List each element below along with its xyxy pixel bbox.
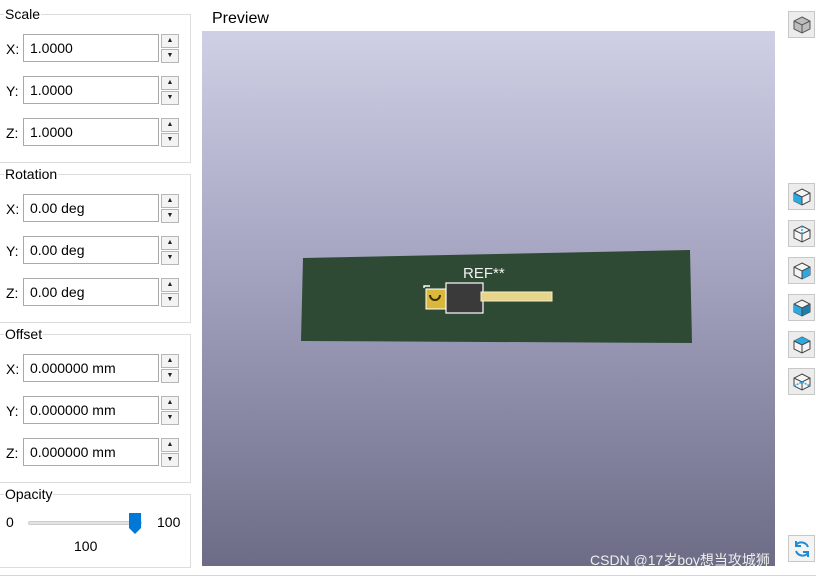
view-top-icon bbox=[793, 336, 811, 354]
offset-group-title: Offset bbox=[4, 326, 44, 343]
view-3d-button[interactable] bbox=[788, 11, 815, 38]
rotation-z-increment-button[interactable]: ▲ bbox=[161, 278, 179, 292]
rotation-x-input[interactable] bbox=[23, 194, 159, 222]
view-right-button[interactable] bbox=[788, 294, 815, 321]
rotation-z-row: Z: ▲ ▼ bbox=[0, 278, 191, 308]
view-3d-icon bbox=[793, 16, 811, 34]
preview-3d-viewport[interactable]: REF** bbox=[202, 31, 775, 566]
rotation-y-increment-button[interactable]: ▲ bbox=[161, 236, 179, 250]
view-front-button[interactable] bbox=[788, 183, 815, 210]
reload-button[interactable] bbox=[788, 535, 815, 562]
scale-x-spinner: ▲ ▼ bbox=[161, 34, 179, 64]
offset-z-increment-button[interactable]: ▲ bbox=[161, 438, 179, 452]
scale-y-row: Y: ▲ ▼ bbox=[0, 76, 191, 106]
rotation-x-label: X: bbox=[6, 201, 20, 217]
rotation-y-spinner: ▲ ▼ bbox=[161, 236, 179, 266]
rotation-y-row: Y: ▲ ▼ bbox=[0, 236, 191, 266]
rotation-x-increment-button[interactable]: ▲ bbox=[161, 194, 179, 208]
watermark-text: CSDN @17岁boy想当攻城狮 bbox=[590, 552, 770, 568]
offset-group: Offset X: ▲ ▼ Y: ▲ ▼ Z: ▲ ▼ bbox=[0, 326, 191, 483]
scale-group: Scale X: ▲ ▼ Y: ▲ ▼ Z: ▲ ▼ bbox=[0, 6, 191, 163]
rotation-z-input[interactable] bbox=[23, 278, 159, 306]
offset-z-input[interactable] bbox=[23, 438, 159, 466]
offset-x-row: X: ▲ ▼ bbox=[0, 354, 191, 384]
offset-y-label: Y: bbox=[6, 403, 19, 419]
offset-y-spinner: ▲ ▼ bbox=[161, 396, 179, 426]
offset-y-increment-button[interactable]: ▲ bbox=[161, 396, 179, 410]
opacity-value-label: 100 bbox=[74, 538, 98, 554]
offset-z-spinner: ▲ ▼ bbox=[161, 438, 179, 468]
scale-x-decrement-button[interactable]: ▼ bbox=[161, 49, 179, 63]
scale-x-increment-button[interactable]: ▲ bbox=[161, 34, 179, 48]
scale-group-title: Scale bbox=[4, 6, 42, 23]
scale-z-input[interactable] bbox=[23, 118, 159, 146]
offset-y-row: Y: ▲ ▼ bbox=[0, 396, 191, 426]
scale-z-row: Z: ▲ ▼ bbox=[0, 118, 191, 148]
opacity-slider-track bbox=[28, 521, 142, 525]
offset-y-decrement-button[interactable]: ▼ bbox=[161, 411, 179, 425]
offset-z-decrement-button[interactable]: ▼ bbox=[161, 453, 179, 467]
scale-x-input[interactable] bbox=[23, 34, 159, 62]
rotation-y-label: Y: bbox=[6, 243, 19, 259]
view-left-icon bbox=[793, 262, 811, 280]
rotation-group: Rotation X: ▲ ▼ Y: ▲ ▼ Z: ▲ ▼ bbox=[0, 166, 191, 323]
rotation-y-input[interactable] bbox=[23, 236, 159, 264]
rotation-group-title: Rotation bbox=[4, 166, 59, 183]
view-bottom-icon bbox=[793, 373, 811, 391]
bottom-divider bbox=[0, 575, 816, 576]
opacity-group-title: Opacity bbox=[4, 486, 54, 503]
offset-x-decrement-button[interactable]: ▼ bbox=[161, 369, 179, 383]
scale-y-label: Y: bbox=[6, 83, 19, 99]
scale-x-label: X: bbox=[6, 41, 20, 57]
offset-x-increment-button[interactable]: ▲ bbox=[161, 354, 179, 368]
preview-title: Preview bbox=[212, 10, 269, 27]
rotation-x-row: X: ▲ ▼ bbox=[0, 194, 191, 224]
rotation-x-spinner: ▲ ▼ bbox=[161, 194, 179, 224]
ref-designator-label: REF** bbox=[463, 265, 505, 282]
rotation-y-decrement-button[interactable]: ▼ bbox=[161, 251, 179, 265]
rotation-z-label: Z: bbox=[6, 285, 19, 301]
offset-z-row: Z: ▲ ▼ bbox=[0, 438, 191, 468]
view-back-icon bbox=[793, 225, 811, 243]
offset-y-input[interactable] bbox=[23, 396, 159, 424]
offset-x-label: X: bbox=[6, 361, 20, 377]
scale-z-spinner: ▲ ▼ bbox=[161, 118, 179, 148]
scale-x-row: X: ▲ ▼ bbox=[0, 34, 191, 64]
offset-z-label: Z: bbox=[6, 445, 19, 461]
view-bottom-button[interactable] bbox=[788, 368, 815, 395]
rotation-x-decrement-button[interactable]: ▼ bbox=[161, 209, 179, 223]
scale-z-increment-button[interactable]: ▲ bbox=[161, 118, 179, 132]
opacity-slider[interactable] bbox=[28, 513, 142, 534]
offset-x-spinner: ▲ ▼ bbox=[161, 354, 179, 384]
view-left-button[interactable] bbox=[788, 257, 815, 284]
scale-y-spinner: ▲ ▼ bbox=[161, 76, 179, 106]
offset-x-input[interactable] bbox=[23, 354, 159, 382]
reload-icon bbox=[795, 541, 809, 557]
view-top-button[interactable] bbox=[788, 331, 815, 358]
opacity-group: Opacity 0 100 100 bbox=[0, 486, 191, 568]
scale-z-label: Z: bbox=[6, 125, 19, 141]
scale-y-increment-button[interactable]: ▲ bbox=[161, 76, 179, 90]
opacity-min-label: 0 bbox=[6, 514, 14, 530]
view-front-icon bbox=[793, 188, 811, 206]
scale-z-decrement-button[interactable]: ▼ bbox=[161, 133, 179, 147]
view-back-button[interactable] bbox=[788, 220, 815, 247]
view-right-icon bbox=[793, 299, 811, 317]
rotation-z-decrement-button[interactable]: ▼ bbox=[161, 293, 179, 307]
rotation-z-spinner: ▲ ▼ bbox=[161, 278, 179, 308]
scale-y-input[interactable] bbox=[23, 76, 159, 104]
opacity-max-label: 100 bbox=[157, 514, 181, 530]
scale-y-decrement-button[interactable]: ▼ bbox=[161, 91, 179, 105]
